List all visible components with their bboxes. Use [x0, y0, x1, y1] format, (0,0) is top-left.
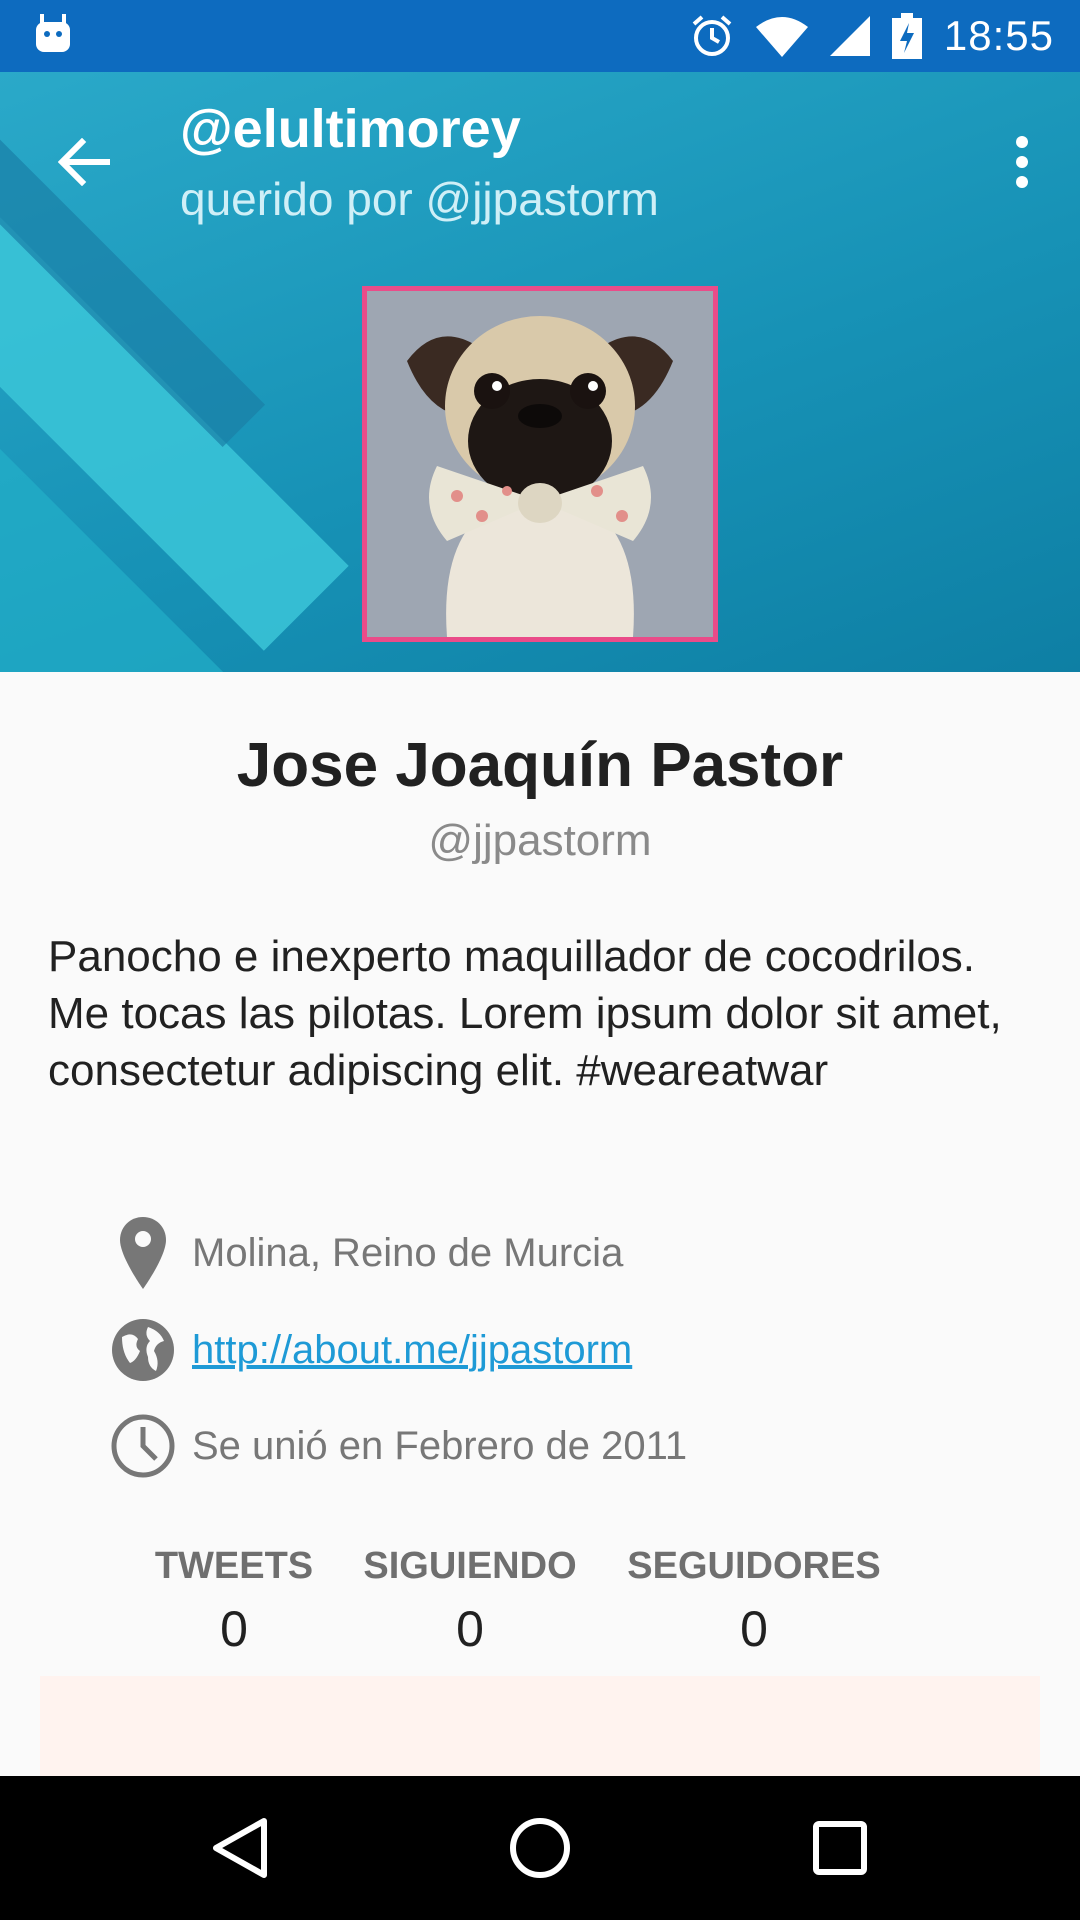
stat-tweets-label: TWEETS: [154, 1545, 314, 1587]
android-debug-icon: [36, 14, 70, 52]
nav-home-button[interactable]: [490, 1798, 590, 1898]
website-link[interactable]: http://about.me/jjpastorm: [192, 1328, 632, 1373]
globe-icon: [108, 1310, 178, 1390]
website-row: http://about.me/jjpastorm: [108, 1310, 632, 1390]
back-button[interactable]: [44, 122, 124, 202]
system-navigation-bar: [0, 1776, 1080, 1920]
stat-following-label: SIGUIENDO: [363, 1545, 577, 1587]
header-title: @elultimorey: [180, 99, 521, 159]
nav-home-icon: [510, 1818, 570, 1878]
location-row: Molina, Reino de Murcia: [108, 1213, 623, 1293]
stat-tweets[interactable]: TWEETS 0: [134, 1545, 334, 1658]
overflow-menu-button[interactable]: [982, 122, 1062, 202]
profile-name: Jose Joaquín Pastor: [236, 731, 844, 800]
clock-time: 18:55: [943, 12, 1054, 59]
joined-text: Se unió en Febrero de 2011: [192, 1423, 688, 1468]
wifi-icon: [755, 17, 808, 57]
avatar[interactable]: [362, 286, 718, 642]
stat-following-value: 0: [456, 1601, 484, 1657]
profile-bio: Panocho e inexperto maquillador de cocod…: [48, 932, 1002, 1095]
stat-followers-label: SEGUIDORES: [627, 1545, 881, 1587]
location-pin-icon: [108, 1213, 178, 1293]
location-text: Molina, Reino de Murcia: [192, 1230, 624, 1275]
profile-handle: @jjpastorm: [428, 816, 652, 865]
nav-recents-icon: [813, 1821, 867, 1875]
nav-back-icon: [213, 1818, 267, 1878]
signal-icon: [829, 16, 870, 56]
stat-following[interactable]: SIGUIENDO 0: [350, 1545, 590, 1658]
joined-row: Se unió en Febrero de 2011: [108, 1406, 687, 1486]
timeline-card[interactable]: [40, 1676, 1040, 1776]
avatar-image: [367, 291, 713, 637]
stat-tweets-value: 0: [220, 1601, 248, 1657]
arrow-back-icon: [58, 138, 110, 186]
nav-back-button[interactable]: [190, 1798, 290, 1898]
stat-followers[interactable]: SEGUIDORES 0: [614, 1545, 894, 1658]
more-vert-icon: [1016, 136, 1028, 188]
battery-charging-icon: [891, 13, 922, 59]
nav-recents-button[interactable]: [790, 1798, 890, 1898]
profile-header: @elultimorey querido por @jjpastorm: [0, 72, 1080, 672]
header-subtitle: querido por @jjpastorm: [180, 173, 659, 225]
clock-icon: [108, 1406, 178, 1486]
status-bar: 18:55: [0, 0, 1080, 72]
alarm-icon: [692, 15, 732, 56]
stat-followers-value: 0: [740, 1601, 768, 1657]
